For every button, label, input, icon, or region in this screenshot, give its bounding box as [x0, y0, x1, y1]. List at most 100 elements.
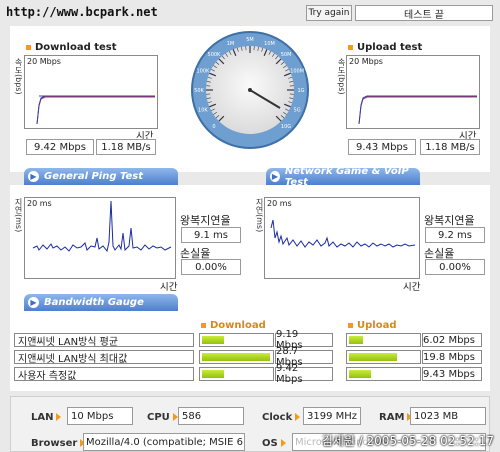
- gauge-tick-label: 10K: [198, 108, 208, 114]
- bandwidth-row-label: 사용자 측정값: [14, 367, 194, 382]
- bandwidth-upload-value: 6.02 Mbps: [422, 333, 482, 347]
- lan-value: 10 Mbps: [67, 407, 133, 425]
- upload-mbps: 9.43 Mbps: [348, 139, 416, 155]
- tab-bandwidth-gauge[interactable]: ▶ Bandwidth Gauge: [24, 294, 178, 311]
- ping-chart: [24, 197, 176, 279]
- bandwidth-upload-fill: [349, 353, 397, 361]
- bandwidth-download-fill: [202, 336, 224, 344]
- screenshot-watermark: 김세원 / 2005-05-28 02:52:17: [321, 434, 494, 448]
- ping-line: [32, 200, 172, 253]
- arrow-right-icon: ▶: [28, 297, 39, 308]
- download-title: Download test: [26, 42, 117, 53]
- gauge-tick-label: 5M: [246, 37, 254, 43]
- arrow-right-icon: [56, 413, 62, 421]
- download-mbs: 1.18 MB/s: [96, 139, 156, 155]
- upload-title: Upload test: [348, 42, 422, 53]
- download-title-text: Download test: [35, 42, 117, 53]
- upload-scale: 20 Mbps: [349, 57, 383, 66]
- arrow-right-icon: [295, 413, 301, 421]
- bandwidth-upload-header-text: Upload: [357, 320, 397, 331]
- download-mbps: 9.42 Mbps: [26, 139, 94, 155]
- bandwidth-upload-header: Upload: [348, 320, 396, 331]
- gauge-tick-label: 100M: [290, 68, 304, 74]
- bandwidth-download-header: Download: [201, 320, 266, 331]
- game-rtt-label: 왕복지연율: [424, 214, 475, 227]
- clock-value: 3199 MHz: [303, 407, 361, 425]
- bandwidth-upload-bar: [346, 367, 421, 381]
- bullet-icon: [26, 44, 31, 50]
- bullet-icon: [201, 322, 206, 328]
- game-axis-x: 시간: [403, 282, 421, 293]
- gauge-tick-label: 1G: [297, 88, 304, 94]
- upload-mbs: 1.18 MB/s: [420, 139, 480, 155]
- bandwidth-download-value: 9.42 Mbps: [275, 363, 333, 385]
- bandwidth-download-bar: [199, 350, 274, 364]
- bandwidth-download-fill: [202, 370, 224, 378]
- bandwidth-row-label: 지앤씨넷 LAN방식 평균: [14, 333, 194, 348]
- ping-axis-y: 지연(ms): [14, 198, 23, 233]
- bandwidth-upload-fill: [349, 336, 363, 344]
- ping-rtt-label: 왕복지연율: [180, 214, 231, 227]
- ram-label: RAM: [379, 412, 413, 423]
- download-scale: 20 Mbps: [27, 57, 61, 66]
- browser-label-text: Browser: [31, 438, 78, 449]
- game-loss-value: 0.00%: [425, 259, 485, 275]
- bandwidth-download-bar: [199, 367, 274, 381]
- site-url: http://www.bcpark.net: [6, 5, 158, 19]
- upload-title-text: Upload test: [357, 42, 423, 53]
- ping-rtt-value: 9.1 ms: [181, 227, 241, 243]
- gauge-tick-label: 100K: [196, 68, 210, 74]
- download-line: [36, 95, 155, 125]
- browser-value: Mozilla/4.0 (compatible; MSIE 6.0: [83, 433, 245, 451]
- gauge-tick-label: 0: [212, 124, 215, 130]
- browser-label: Browser: [31, 438, 86, 449]
- cpu-label-text: CPU: [147, 412, 170, 423]
- tab-general-ping[interactable]: ▶ General Ping Test: [24, 168, 178, 185]
- bandwidth-download-value: 28.7 Mbps: [275, 346, 333, 368]
- bandwidth-upload-bar: [346, 333, 421, 347]
- gauge-tick-label: 50K: [194, 88, 204, 94]
- gauge-dial: 0 10K 50K 100K 500K 1M 5M 10M 50M 100M 1G 5G 10G: [191, 31, 309, 149]
- lan-label-text: LAN: [31, 412, 54, 423]
- gauge-tick-label: 10M: [264, 41, 275, 47]
- ping-scale: 20 ms: [27, 199, 52, 208]
- game-rtt-value: 9.2 ms: [425, 227, 485, 243]
- bandwidth-upload-value: 9.43 Mbps: [422, 367, 482, 381]
- download-axis-y: 속도(bps): [14, 58, 23, 95]
- game-line: [270, 219, 416, 248]
- bandwidth-download-fill: [202, 353, 270, 361]
- upload-chart: [346, 55, 480, 129]
- clock-label-text: Clock: [262, 412, 293, 423]
- bandwidth-row-label: 지앤씨넷 LAN방식 최대값: [14, 350, 194, 365]
- gauge-tick-label: 5G: [294, 108, 301, 114]
- gauge-tick-label: 10G: [281, 124, 291, 130]
- ping-loss-value: 0.00%: [181, 259, 241, 275]
- bandwidth-upload-value: 19.8 Mbps: [422, 350, 482, 364]
- bandwidth-download-bar: [199, 333, 274, 347]
- bullet-icon: [348, 44, 353, 50]
- bullet-icon: [348, 322, 353, 328]
- bandwidth-upload-bar: [346, 350, 421, 364]
- tab-network-game[interactable]: ▶ Network Game & VoIP Test: [266, 166, 420, 188]
- os-label: OS: [262, 438, 286, 449]
- gauge-tick-label: 50M: [281, 52, 292, 58]
- arrow-right-icon: [280, 439, 286, 447]
- bandwidth-download-value: 9.19 Mbps: [275, 329, 333, 351]
- tab-bandwidth-gauge-label: Bandwidth Gauge: [44, 297, 144, 308]
- bandwidth-download-header-text: Download: [210, 320, 266, 331]
- game-scale: 20 ms: [267, 199, 292, 208]
- download-chart: [24, 55, 158, 129]
- arrow-right-icon: ▶: [28, 171, 39, 182]
- lan-label: LAN: [31, 412, 62, 423]
- ping-axis-x: 시간: [160, 282, 178, 293]
- speed-gauge: 0 10K 50K 100K 500K 1M 5M 10M 50M 100M 1G 5G 10G: [190, 30, 310, 150]
- cpu-value: 586: [178, 407, 244, 425]
- cpu-label: CPU: [147, 412, 178, 423]
- gauge-tick-label: 500K: [208, 52, 222, 58]
- ram-label-text: RAM: [379, 412, 405, 423]
- clock-label: Clock: [262, 412, 301, 423]
- try-again-button[interactable]: Try again: [306, 5, 352, 21]
- gauge-tick-label: 1M: [227, 41, 235, 47]
- test-status: 테스트 끝: [355, 5, 493, 21]
- upload-line: [358, 95, 477, 125]
